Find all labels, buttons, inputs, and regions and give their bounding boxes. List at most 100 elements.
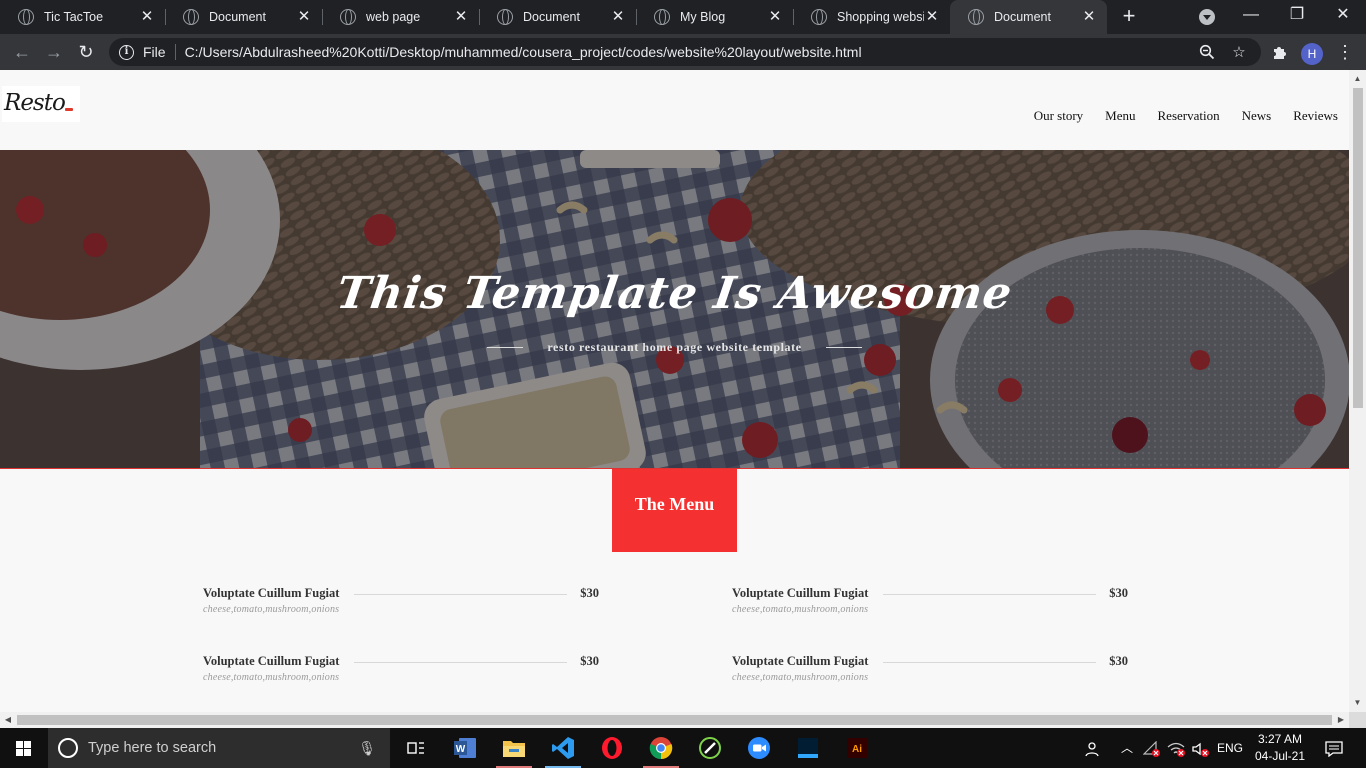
globe-icon xyxy=(654,9,670,25)
tab[interactable]: Document ✕ xyxy=(165,0,323,34)
file-explorer-icon[interactable] xyxy=(490,728,538,768)
clock[interactable]: 3:27 AM 04-Jul-21 xyxy=(1250,731,1310,765)
info-icon[interactable]: i xyxy=(119,44,134,60)
nav-news[interactable]: News xyxy=(1242,108,1272,124)
address-separator xyxy=(174,44,176,60)
scroll-left-arrow-icon[interactable]: ◀ xyxy=(1,712,15,728)
volume-muted-icon[interactable] xyxy=(1190,728,1210,768)
globe-icon xyxy=(968,9,984,25)
tab-close-icon[interactable]: ✕ xyxy=(610,9,626,25)
tab[interactable]: web page ✕ xyxy=(322,0,480,34)
tab[interactable]: Document ✕ xyxy=(479,0,637,34)
scroll-down-arrow-icon[interactable]: ▼ xyxy=(1349,696,1366,710)
hero-subtitle-row: resto restaurant home page website templ… xyxy=(0,340,1349,355)
horizontal-scrollbar[interactable]: ◀ ▶ xyxy=(0,712,1349,728)
tab-close-icon[interactable]: ✕ xyxy=(924,9,940,25)
show-hidden-icons-chevron-icon[interactable]: ︿ xyxy=(1118,728,1136,768)
menu-item: Voluptate Cuillum Fugiat $30 cheese,toma… xyxy=(732,586,1128,626)
tab-title: My Blog xyxy=(680,10,726,24)
chrome-icon[interactable] xyxy=(637,728,685,768)
tab-close-icon[interactable]: ✕ xyxy=(296,9,312,25)
menu-item-price: $30 xyxy=(580,654,599,668)
photoshop-icon[interactable] xyxy=(784,728,832,768)
start-button[interactable] xyxy=(0,728,48,768)
forward-arrow-icon[interactable]: → xyxy=(42,40,66,64)
extensions-puzzle-icon[interactable] xyxy=(1270,44,1288,62)
tab-close-icon[interactable]: ✕ xyxy=(139,9,155,25)
network-icon[interactable] xyxy=(1142,728,1162,768)
scroll-up-arrow-icon[interactable]: ▲ xyxy=(1349,72,1366,86)
site-logo[interactable]: Resto xyxy=(2,86,80,122)
scrollbar-thumb[interactable] xyxy=(17,715,1332,725)
tab[interactable]: Tic TacToe ✕ xyxy=(0,0,166,34)
menu-item-name: Voluptate Cuillum Fugiat xyxy=(203,654,340,668)
tab[interactable]: Shopping website ✕ xyxy=(793,0,951,34)
menu-item-divider xyxy=(883,662,1096,663)
menu-item-price: $30 xyxy=(1109,586,1128,600)
menu-item-divider xyxy=(883,594,1096,595)
vscode-icon[interactable] xyxy=(539,728,587,768)
clock-time: 3:27 AM xyxy=(1257,732,1303,746)
scrollbar-thumb[interactable] xyxy=(1353,88,1363,408)
taskbar-search[interactable]: Type here to search 🎙 xyxy=(48,728,390,768)
menu-heading: The Menu xyxy=(612,469,737,552)
tab-active[interactable]: Document ✕ xyxy=(950,0,1107,34)
maps-icon[interactable] xyxy=(686,728,734,768)
people-icon[interactable] xyxy=(1082,728,1104,768)
bookmark-star-icon[interactable]: ☆ xyxy=(1230,44,1248,62)
language-indicator[interactable]: ENG xyxy=(1214,728,1246,768)
opera-icon[interactable] xyxy=(588,728,636,768)
reload-icon[interactable]: ↻ xyxy=(74,40,98,64)
notifications-icon[interactable] xyxy=(1322,728,1346,768)
menu-item-name: Voluptate Cuillum Fugiat xyxy=(732,654,869,668)
tab[interactable]: My Blog ✕ xyxy=(636,0,794,34)
microphone-icon[interactable]: 🎙 xyxy=(358,740,376,757)
hero-title: This Template Is Awesome xyxy=(333,268,1016,319)
hero-banner: This Template Is Awesome resto restauran… xyxy=(0,150,1349,469)
menu-item: Voluptate Cuillum Fugiat $30 cheese,toma… xyxy=(732,654,1128,694)
menu-item-price: $30 xyxy=(580,586,599,600)
close-window-button[interactable]: ✕ xyxy=(1320,0,1366,30)
menu-item-divider xyxy=(354,662,567,663)
globe-icon xyxy=(183,9,199,25)
menu-item-price: $30 xyxy=(1109,654,1128,668)
zoom-icon[interactable] xyxy=(735,728,783,768)
nav-reviews[interactable]: Reviews xyxy=(1293,108,1338,124)
tab-close-icon[interactable]: ✕ xyxy=(767,9,783,25)
scrollbar-corner xyxy=(1349,712,1366,728)
subtitle-divider-right xyxy=(825,347,862,348)
back-arrow-icon[interactable]: ← xyxy=(10,40,34,64)
profile-avatar[interactable]: H xyxy=(1301,43,1323,65)
tab-strip: Tic TacToe ✕ Document ✕ web page ✕ Docum… xyxy=(0,0,1366,34)
windows-taskbar: Type here to search 🎙 W Ai ︿ ENG 3:27 AM… xyxy=(0,728,1366,768)
hero-subtitle: resto restaurant home page website templ… xyxy=(547,340,802,354)
task-view-icon[interactable] xyxy=(392,728,440,768)
vertical-scrollbar[interactable]: ▲ ▼ xyxy=(1349,70,1366,712)
nav-menu[interactable]: Menu xyxy=(1105,108,1135,124)
logo-text: Resto xyxy=(4,90,66,116)
word-icon[interactable]: W xyxy=(441,728,489,768)
url-text[interactable]: C:/Users/Abdulrasheed%20Kotti/Desktop/mu… xyxy=(185,44,1261,60)
main-nav: Our story Menu Reservation News Reviews xyxy=(1034,108,1338,124)
tab-search-icon[interactable] xyxy=(1199,9,1215,25)
scroll-right-arrow-icon[interactable]: ▶ xyxy=(1334,712,1348,728)
tab-title: web page xyxy=(366,10,421,24)
menu-item-name: Voluptate Cuillum Fugiat xyxy=(732,586,869,600)
search-placeholder: Type here to search xyxy=(88,740,217,756)
new-tab-button[interactable]: + xyxy=(1118,5,1140,28)
wifi-icon[interactable] xyxy=(1166,728,1186,768)
nav-reservation[interactable]: Reservation xyxy=(1158,108,1220,124)
address-bar[interactable]: i File C:/Users/Abdulrasheed%20Kotti/Des… xyxy=(109,38,1261,66)
restore-button[interactable]: ❐ xyxy=(1274,0,1320,30)
menu-kebab-icon[interactable]: ⋮ xyxy=(1336,42,1354,62)
globe-icon xyxy=(497,9,513,25)
zoom-icon[interactable] xyxy=(1198,44,1216,62)
minimize-button[interactable]: — xyxy=(1228,0,1274,30)
nav-our-story[interactable]: Our story xyxy=(1034,108,1083,124)
menu-item-description: cheese,tomato,mushroom,onions xyxy=(203,672,340,683)
tab-close-icon[interactable]: ✕ xyxy=(453,9,469,25)
tab-close-icon[interactable]: ✕ xyxy=(1081,9,1097,25)
globe-icon xyxy=(340,9,356,25)
illustrator-icon[interactable]: Ai xyxy=(833,728,881,768)
logo-accent xyxy=(65,108,73,111)
